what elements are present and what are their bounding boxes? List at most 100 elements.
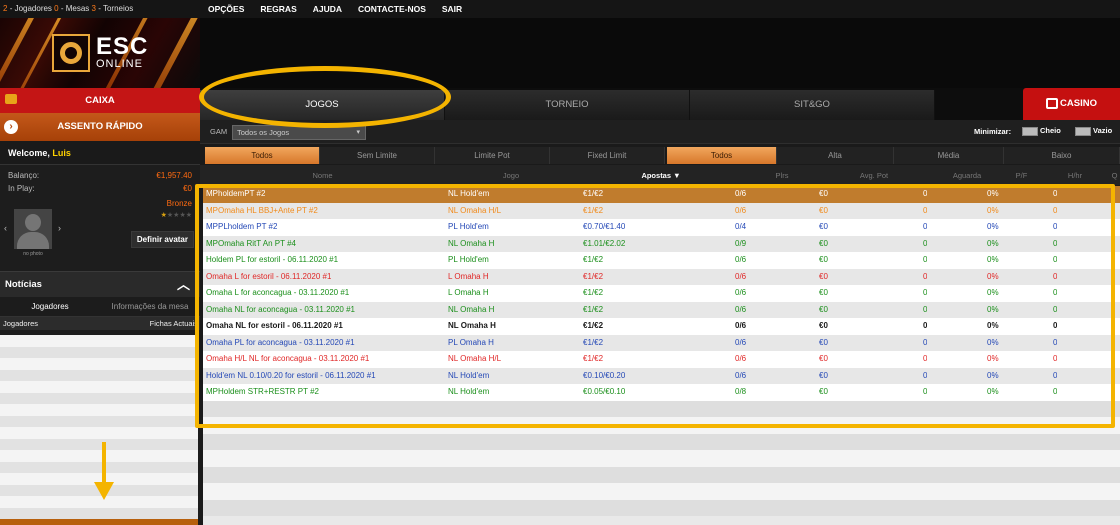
stake-low-tab[interactable]: Baixo xyxy=(1004,147,1120,164)
annotation-down-arrow-icon xyxy=(94,442,114,502)
cell-pf: 0% xyxy=(987,271,999,281)
cell-players: 0/6 xyxy=(735,288,747,297)
table-row[interactable]: Omaha NL for estoril - 06.11.2020 #1 NL O… xyxy=(203,318,1120,335)
cell-waiting: 0 xyxy=(923,387,928,396)
menu-logout[interactable]: SAIR xyxy=(442,0,462,18)
player-list-row xyxy=(0,335,198,347)
cell-waiting: 0 xyxy=(923,321,928,330)
table-row[interactable]: MPHoldem STR+RESTR PT #2 NL Hold'em €0.05/… xyxy=(203,384,1120,401)
tab-games[interactable]: JOGOS xyxy=(200,90,445,120)
avatar-next-icon[interactable]: › xyxy=(58,223,61,233)
cell-pf: 0% xyxy=(987,304,999,314)
menu-rules[interactable]: REGRAS xyxy=(260,0,296,18)
news-header[interactable]: Notícias ︿ xyxy=(0,271,200,297)
cell-hands-hour: 0 xyxy=(1053,288,1058,297)
limit-fixed-tab[interactable]: Fixed Limit xyxy=(550,147,665,164)
col-hands-hour[interactable]: H/hr xyxy=(1045,171,1105,185)
quick-seat-button[interactable]: › ASSENTO RÁPIDO xyxy=(0,113,200,141)
cell-pf: 0% xyxy=(987,387,999,396)
inplay-label: In Play: xyxy=(8,184,35,193)
game-type-value: Todos os Jogos xyxy=(237,128,290,137)
cell-game: NL Omaha H xyxy=(448,304,495,314)
cell-waiting: 0 xyxy=(923,205,928,215)
tab-sitgo[interactable]: SIT&GO xyxy=(690,90,935,120)
casino-button[interactable]: CASINO xyxy=(1023,88,1120,120)
cell-waiting: 0 xyxy=(923,255,928,264)
cell-players: 0/6 xyxy=(735,271,747,281)
logo-mark-icon xyxy=(52,34,90,72)
avatar-panel: ‹ › no photo Bronze ★★★★★ Definir avatar xyxy=(0,195,200,271)
cell-name: Omaha NL for estoril - 06.11.2020 #1 xyxy=(206,321,343,330)
table-row[interactable]: Holdem PL for estoril - 06.11.2020 #1 PL … xyxy=(203,252,1120,269)
col-waiting[interactable]: Aguarda xyxy=(930,171,1004,185)
chevron-right-icon: › xyxy=(4,120,18,134)
col-extra[interactable]: Q xyxy=(1109,171,1120,185)
welcome-message: Welcome, Luis xyxy=(0,141,200,165)
cell-name: Omaha H/L NL for aconcagua - 03.11.2020 … xyxy=(206,354,370,363)
menu-help[interactable]: AJUDA xyxy=(313,0,342,18)
col-name[interactable]: Nome xyxy=(205,171,440,185)
inplay-value: €0 xyxy=(183,184,192,193)
col-stakes[interactable]: Apostas ▼ xyxy=(581,171,741,185)
stake-all-tab[interactable]: Todos xyxy=(667,147,777,164)
col-avg-pot[interactable]: Avg. Pot xyxy=(819,171,929,185)
cell-game: L Omaha H xyxy=(448,288,489,297)
cell-game: NL Omaha H/L xyxy=(448,354,502,363)
cell-avg-pot: €0 xyxy=(819,271,828,281)
cashier-button[interactable]: CAIXA xyxy=(0,88,200,113)
cell-waiting: 0 xyxy=(923,354,928,363)
table-row[interactable]: Omaha NL for aconcagua - 03.11.2020 #1 NL… xyxy=(203,301,1120,318)
minimize-full-toggle[interactable]: Cheio xyxy=(1022,126,1061,136)
cell-name: MPholdemPT #2 xyxy=(206,189,266,198)
table-row[interactable]: MPholdemPT #2 NL Hold'em €1/€2 0/6 €0 0 0% 0 xyxy=(203,186,1120,203)
cell-avg-pot: €0 xyxy=(819,255,828,264)
cell-hands-hour: 0 xyxy=(1053,222,1058,231)
lobby-main: JOGOS TORNEIO SIT&GO CASINO GAM Todos os… xyxy=(200,88,1120,525)
cell-hands-hour: 0 xyxy=(1053,370,1058,380)
col-pf[interactable]: P/F xyxy=(1004,171,1039,185)
tab-tournament[interactable]: TORNEIO xyxy=(445,90,690,120)
table-row[interactable]: Omaha L for estoril - 06.11.2020 #1 L Oma… xyxy=(203,268,1120,285)
col-game[interactable]: Jogo xyxy=(446,171,576,185)
col-players[interactable]: Plrs xyxy=(745,171,819,185)
menu-options[interactable]: OPÇÕES xyxy=(208,0,244,18)
avatar-prev-icon[interactable]: ‹ xyxy=(4,223,7,233)
cell-stakes: €1/€2 xyxy=(583,304,604,314)
table-row[interactable]: MPOmaha RitT An PT #4 NL Omaha H €1.01/€2.… xyxy=(203,235,1120,252)
cell-waiting: 0 xyxy=(923,189,928,198)
cell-hands-hour: 0 xyxy=(1053,337,1058,347)
limit-stake-filters: Todos Sem Limite Limite Pot Fixed Limit … xyxy=(200,145,1120,164)
define-avatar-button[interactable]: Definir avatar xyxy=(130,231,194,248)
limit-pot-tab[interactable]: Limite Pot xyxy=(435,147,550,164)
stake-medium-tab[interactable]: Média xyxy=(894,147,1004,164)
chevron-up-icon[interactable]: ︿ xyxy=(177,272,190,298)
cell-hands-hour: 0 xyxy=(1053,189,1058,198)
table-row[interactable]: Hold'em NL 0.10/0.20 for estoril - 06.11… xyxy=(203,367,1120,384)
dropdown-arrow-icon: ▾ xyxy=(356,129,360,136)
players-count: 2 xyxy=(3,4,8,13)
tab-players[interactable]: Jogadores xyxy=(0,297,100,316)
cell-game: NL Omaha H/L xyxy=(448,205,502,215)
limit-all-tab[interactable]: Todos xyxy=(205,147,320,164)
cell-game: NL Omaha H xyxy=(448,238,495,248)
cell-pf: 0% xyxy=(987,288,999,297)
cell-hands-hour: 0 xyxy=(1053,271,1058,281)
username: Luis xyxy=(52,148,71,158)
cell-name: MPOmaha RitT An PT #4 xyxy=(206,238,296,248)
table-row[interactable]: MPOmaha HL BBJ+Ante PT #2 NL Omaha H/L €1/… xyxy=(203,202,1120,219)
table-row[interactable]: Omaha H/L NL for aconcagua - 03.11.2020 … xyxy=(203,351,1120,368)
cell-game: PL Omaha H xyxy=(448,337,494,347)
cell-game: NL Hold'em xyxy=(448,370,490,380)
cell-stakes: €1/€2 xyxy=(583,189,604,198)
minimize-empty-toggle[interactable]: Vazio xyxy=(1075,126,1112,136)
table-row[interactable]: MPPLholdem PT #2 PL Hold'em €0.70/€1.40 0/4… xyxy=(203,219,1120,236)
player-list-row xyxy=(0,427,198,439)
menu-contact[interactable]: CONTACTE-NOS xyxy=(358,0,426,18)
game-type-select[interactable]: Todos os Jogos ▾ xyxy=(232,125,366,140)
stake-high-tab[interactable]: Alta xyxy=(777,147,894,164)
tab-table-info[interactable]: Informações da mesa xyxy=(100,297,200,316)
table-row[interactable]: Omaha PL for aconcagua - 03.11.2020 #1 PL… xyxy=(203,334,1120,351)
table-row[interactable]: Omaha L for aconcagua - 03.11.2020 #1 L O… xyxy=(203,285,1120,302)
game-tabs: JOGOS TORNEIO SIT&GO CASINO xyxy=(200,88,1120,120)
limit-no-limit-tab[interactable]: Sem Limite xyxy=(320,147,435,164)
